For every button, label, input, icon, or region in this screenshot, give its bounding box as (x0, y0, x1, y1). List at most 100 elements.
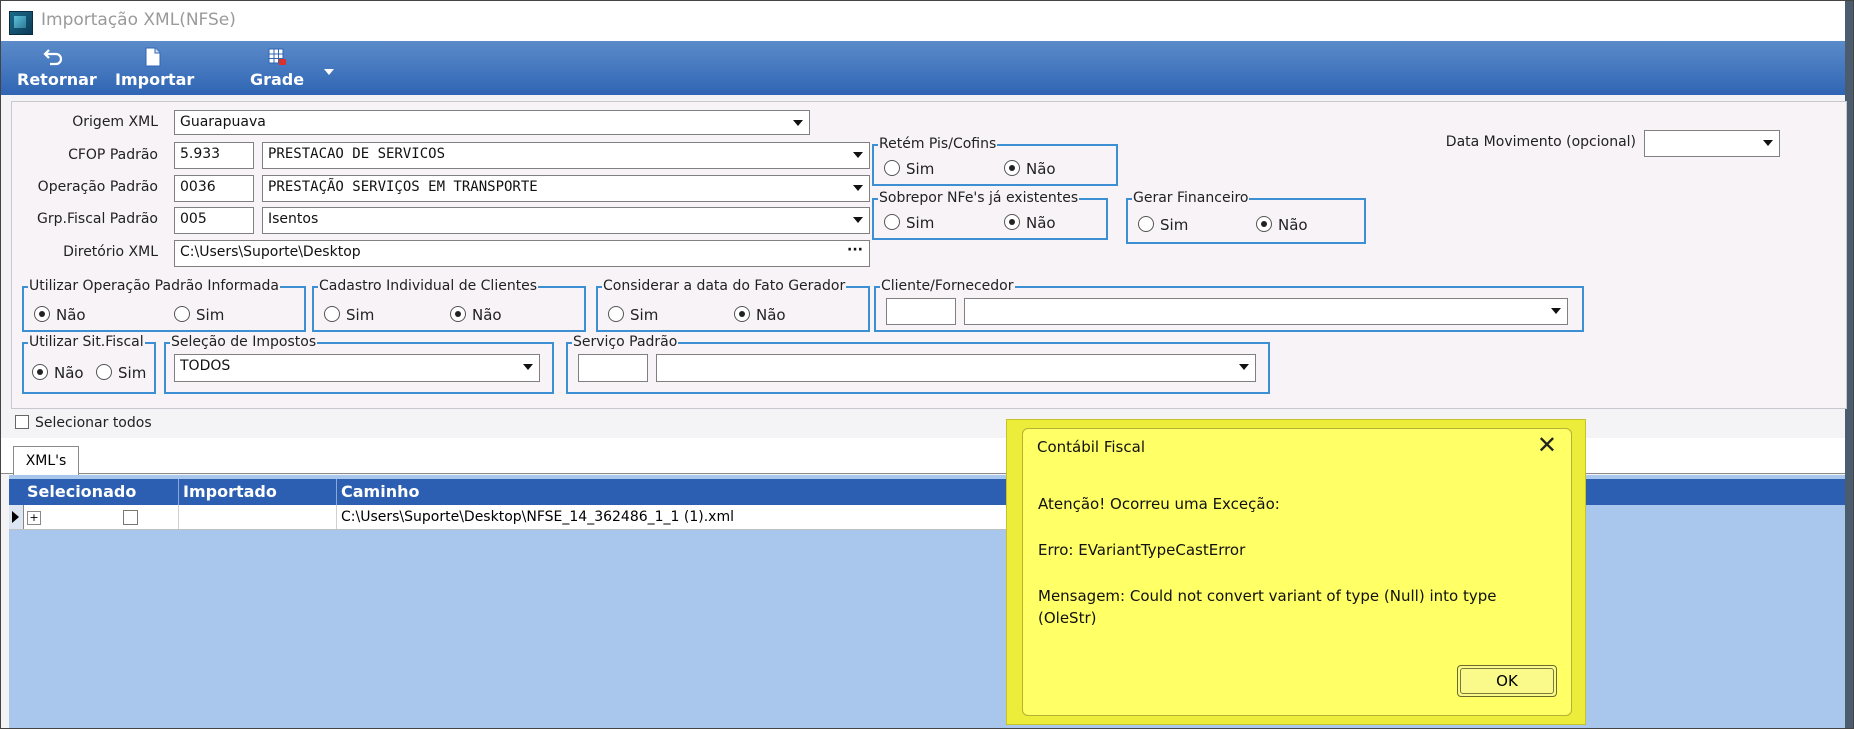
considerar-nao-label: Não (756, 306, 786, 324)
origem-label: Origem XML (72, 114, 158, 130)
gerar-nao-label: Não (1278, 216, 1308, 234)
chevron-down-icon (853, 185, 863, 191)
diretorio-input[interactable]: C:\Users\Suporte\Desktop ··· (174, 240, 870, 267)
sobrepor-nao-radio[interactable]: Não (1004, 214, 1056, 232)
grid-button[interactable]: Grade (247, 45, 307, 91)
return-button[interactable]: Retornar (17, 45, 97, 91)
close-icon[interactable]: ✕ (1537, 431, 1557, 459)
utilizar-op-sim-label: Sim (196, 306, 225, 324)
diretorio-value: C:\Users\Suporte\Desktop (180, 244, 361, 260)
row-checkbox[interactable] (123, 510, 138, 525)
grid-dropdown-arrow-icon[interactable] (324, 69, 334, 75)
radio-off-icon (1138, 216, 1154, 232)
gerar-title: Gerar Financeiro (1132, 190, 1250, 206)
grpfiscal-desc-value: Isentos (268, 211, 319, 227)
origem-combo[interactable]: Guarapuava (174, 110, 810, 135)
sobrepor-sim-label: Sim (906, 214, 935, 232)
radio-on-icon (1004, 160, 1020, 176)
col-importado[interactable]: Importado (179, 479, 337, 505)
title-bar: Importação XML(NFSe) (1, 1, 1853, 41)
radio-off-icon (174, 306, 190, 322)
data-mov-combo[interactable] (1644, 130, 1780, 157)
cell-selecionado[interactable]: + (23, 505, 179, 529)
sobrepor-title: Sobrepor NFe's já existentes (878, 190, 1080, 206)
dialog-title: Contábil Fiscal (1037, 438, 1145, 456)
sitfiscal-nao-radio[interactable]: Não (32, 364, 84, 382)
cliente-code-input[interactable] (886, 298, 956, 325)
select-all-checkbox[interactable]: Selecionar todos (15, 415, 152, 431)
radio-off-icon (884, 160, 900, 176)
radio-off-icon (324, 306, 340, 322)
dialog-line-3: Mensagem: Could not convert variant of t… (1038, 587, 1497, 605)
retem-sim-label: Sim (906, 160, 935, 178)
cadastro-title: Cadastro Individual de Clientes (318, 278, 539, 294)
cadastro-sim-label: Sim (346, 306, 375, 324)
chevron-down-icon (1551, 308, 1561, 314)
sobrepor-sim-radio[interactable]: Sim (884, 214, 934, 232)
sitfiscal-sim-radio[interactable]: Sim (96, 364, 146, 382)
cliente-combo[interactable] (964, 298, 1568, 325)
gerar-sim-radio[interactable]: Sim (1138, 216, 1188, 234)
grid-label: Grade (249, 70, 305, 89)
sitfiscal-group: Utilizar Sit.Fiscal Não Sim (22, 334, 156, 394)
undo-arrow-icon (43, 49, 63, 66)
retem-sim-radio[interactable]: Sim (884, 160, 934, 178)
grid-icon (268, 48, 286, 65)
radio-off-icon (96, 364, 112, 380)
impostos-value: TODOS (180, 358, 231, 374)
radio-off-icon (884, 214, 900, 230)
sobrepor-nao-label: Não (1026, 214, 1056, 232)
diretorio-label: Diretório XML (63, 244, 158, 260)
operacao-desc-combo[interactable]: PRESTAÇÃO SERVIÇOS EM TRANSPORTE (262, 175, 870, 202)
cadastro-nao-radio[interactable]: Não (450, 306, 502, 324)
chevron-down-icon (1763, 140, 1773, 146)
window-title: Importação XML(NFSe) (41, 10, 236, 30)
tab-xmls[interactable]: XML's (13, 446, 79, 475)
radio-on-icon (734, 306, 750, 322)
cfop-label: CFOP Padrão (68, 147, 158, 163)
utilizar-op-sim-radio[interactable]: Sim (174, 306, 224, 324)
chevron-down-icon (523, 364, 533, 370)
considerar-sim-radio[interactable]: Sim (608, 306, 658, 324)
chevron-down-icon (793, 120, 803, 126)
toolbar: Retornar Importar Grade (1, 41, 1845, 95)
considerar-title: Considerar a data do Fato Gerador (602, 278, 847, 294)
chevron-down-icon (853, 217, 863, 223)
table-row[interactable]: + C:\Users\Suporte\Desktop\NFSE_14_36248… (9, 505, 1009, 530)
import-label: Importar (115, 70, 195, 89)
cadastro-nao-label: Não (472, 306, 502, 324)
servico-combo[interactable] (656, 354, 1256, 382)
utilizar-op-title: Utilizar Operação Padrão Informada (28, 278, 281, 294)
operacao-code-input[interactable]: 0036 (174, 175, 254, 202)
retem-nao-radio[interactable]: Não (1004, 160, 1056, 178)
current-row-indicator (9, 505, 24, 529)
grpfiscal-desc-combo[interactable]: Isentos (262, 207, 870, 234)
return-label: Retornar (17, 70, 97, 89)
expand-plus-icon[interactable]: + (27, 511, 41, 525)
import-button[interactable]: Importar (115, 45, 195, 91)
servico-code-input[interactable] (578, 354, 648, 382)
chevron-down-icon (853, 152, 863, 158)
ok-button[interactable]: OK (1457, 665, 1557, 697)
impostos-combo[interactable]: TODOS (174, 354, 540, 382)
cfop-desc-combo[interactable]: PRESTACAO DE SERVICOS (262, 142, 870, 169)
error-dialog: Contábil Fiscal ✕ Atenção! Ocorreu uma E… (1022, 428, 1572, 716)
col-selecionado[interactable]: Selecionado (23, 479, 179, 505)
cliente-group: Cliente/Fornecedor (874, 278, 1584, 332)
grpfiscal-code-input[interactable]: 005 (174, 207, 254, 234)
radio-off-icon (608, 306, 624, 322)
grpfiscal-label: Grp.Fiscal Padrão (37, 211, 158, 227)
considerar-group: Considerar a data do Fato Gerador Sim Nã… (596, 278, 870, 332)
gerar-nao-radio[interactable]: Não (1256, 216, 1308, 234)
cliente-title: Cliente/Fornecedor (880, 278, 1015, 294)
chevron-down-icon (1239, 364, 1249, 370)
cfop-code-input[interactable]: 5.933 (174, 142, 254, 169)
browse-ellipsis-icon[interactable]: ··· (847, 242, 863, 258)
retem-group: Retém Pis/Cofins Sim Não (872, 136, 1118, 186)
utilizar-op-nao-radio[interactable]: Não (34, 306, 86, 324)
origem-value: Guarapuava (180, 114, 266, 130)
cadastro-sim-radio[interactable]: Sim (324, 306, 374, 324)
cadastro-group: Cadastro Individual de Clientes Sim Não (312, 278, 586, 332)
considerar-nao-radio[interactable]: Não (734, 306, 786, 324)
radio-on-icon (1256, 216, 1272, 232)
